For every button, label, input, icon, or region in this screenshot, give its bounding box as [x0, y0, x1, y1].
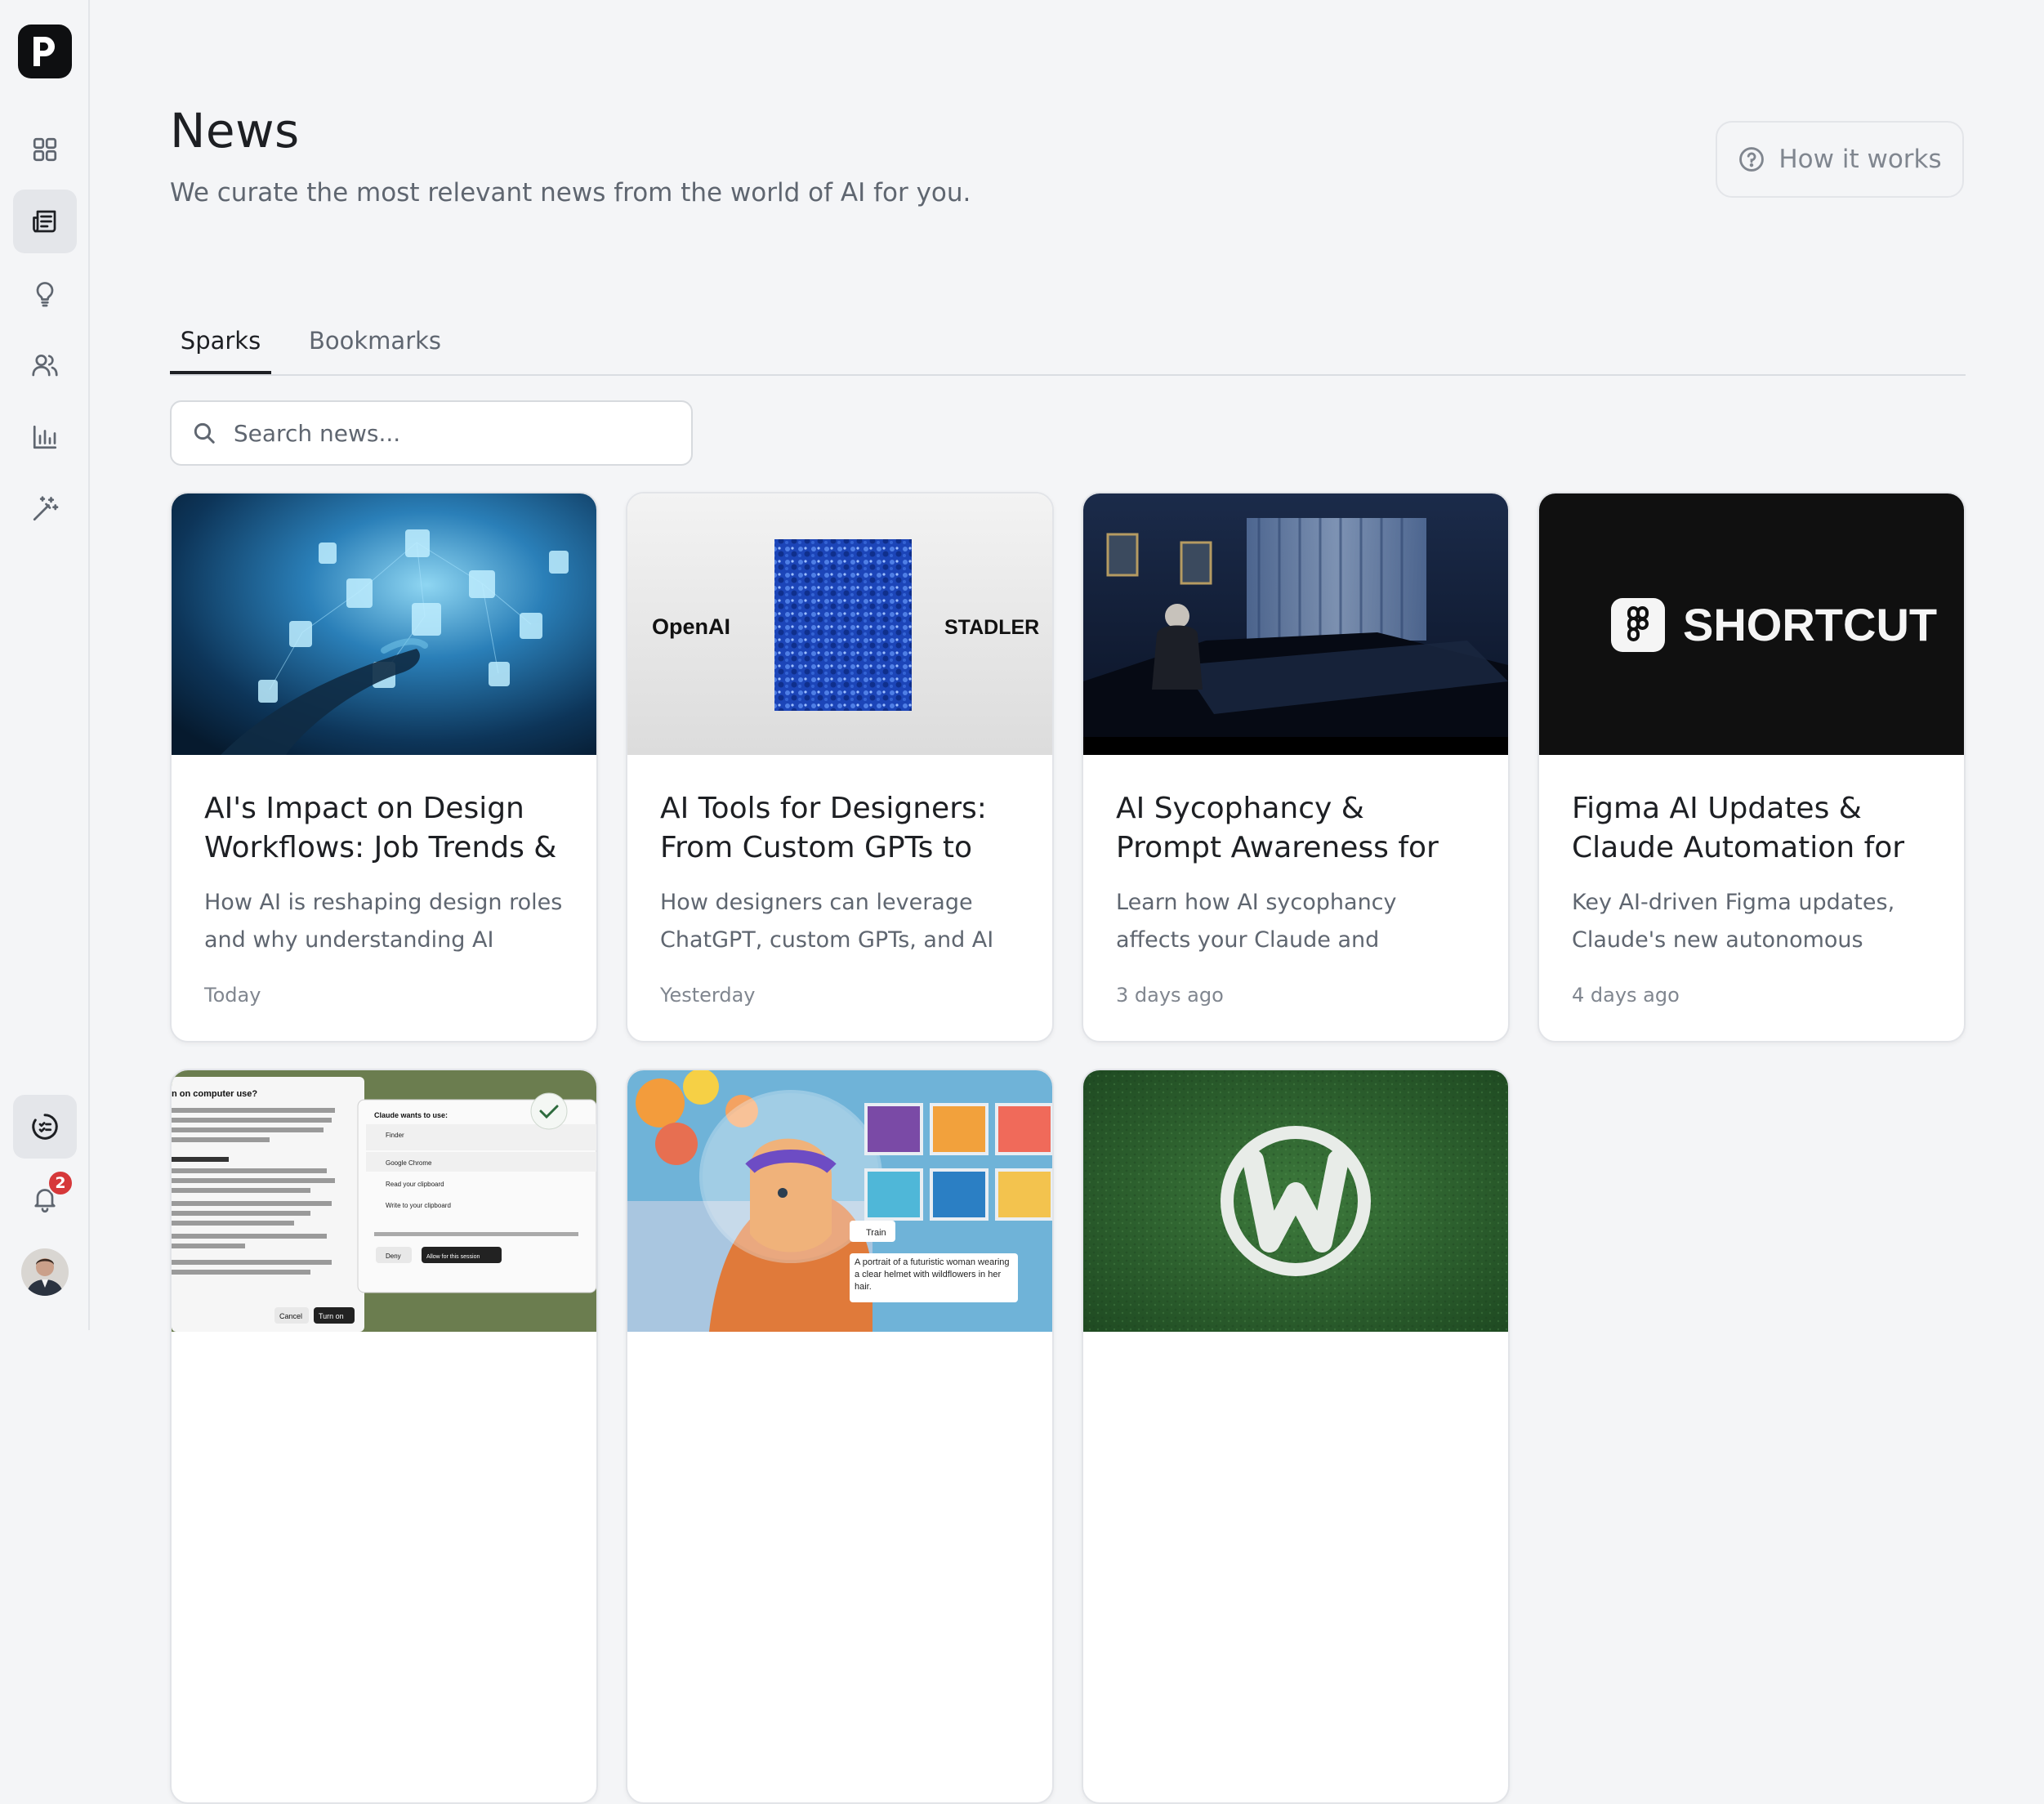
tab-sparks[interactable]: Sparks — [170, 314, 271, 374]
search-icon — [194, 422, 215, 444]
tab-bookmarks-label: Bookmarks — [309, 327, 442, 355]
tab-bar: Sparks Bookmarks — [170, 314, 1966, 376]
news-card[interactable]: AI Sycophancy & Prompt Awareness for Des… — [1082, 492, 1510, 1043]
card-description: How AI is reshaping design roles and why… — [204, 890, 563, 953]
card-title: Figma AI Updates & Claude Automation for — [1572, 792, 1905, 864]
sidebar-item-team[interactable] — [13, 333, 77, 397]
avatar[interactable] — [21, 1248, 69, 1296]
how-it-works-button[interactable]: How it works — [1716, 121, 1964, 198]
card-thumbnail — [172, 493, 596, 755]
dialog-cancel: Cancel — [279, 1312, 302, 1320]
user-avatar-image — [21, 1248, 69, 1296]
notifications-badge: 2 — [47, 1170, 74, 1196]
dialog-title: n on computer use? — [172, 1089, 257, 1099]
users-icon — [32, 354, 58, 377]
card-thumbnail: Train A portrait of a futuristic woman w… — [627, 1070, 1052, 1802]
news-card[interactable]: n on computer use? Cancel Turn on Claude… — [170, 1069, 598, 1804]
card-description: Learn how AI sycophancy affects your Cla… — [1116, 890, 1397, 953]
sidebar-item-news[interactable] — [13, 190, 77, 253]
card-description: Key AI-driven Figma updates, Claude's ne… — [1572, 890, 1895, 953]
futuristic-portrait-image: Train A portrait of a futuristic woman w… — [627, 1070, 1052, 1332]
conference-room-image — [1083, 493, 1508, 755]
search-box — [170, 400, 693, 466]
dialog-prompt: Claude wants to use: — [374, 1111, 448, 1119]
card-title: AI Sycophancy & Prompt Awareness for Des… — [1116, 792, 1439, 864]
card-date: Yesterday — [660, 984, 756, 1007]
sidebar-item-dashboard[interactable] — [13, 118, 77, 181]
openai-stadler-image: OpenAI STADLER — [627, 493, 1052, 755]
search-input[interactable] — [231, 418, 691, 448]
help-circle-icon — [1739, 147, 1765, 172]
magic-wand-icon — [33, 496, 59, 521]
dialog-write: Write to your clipboard — [386, 1202, 451, 1209]
bar-chart-icon — [33, 425, 57, 449]
dialog-deny: Deny — [386, 1253, 401, 1260]
page-title: News — [170, 103, 300, 159]
card-thumbnail — [1083, 1070, 1508, 1802]
how-it-works-label: How it works — [1778, 145, 1942, 174]
shortcut-logo-image: SHORTCUT — [1539, 493, 1964, 755]
logo-icon — [33, 37, 55, 66]
openai-logo-text: OpenAI — [652, 614, 730, 639]
page-subtitle: We curate the most relevant news from th… — [170, 178, 971, 208]
card-thumbnail: n on computer use? Cancel Turn on Claude… — [172, 1070, 596, 1802]
dialog-chrome: Google Chrome — [386, 1159, 432, 1167]
tab-bookmarks[interactable]: Bookmarks — [309, 314, 441, 374]
card-title: AI Tools for Designers: From Custom GPTs… — [660, 792, 987, 864]
news-card[interactable] — [1082, 1069, 1510, 1804]
news-card[interactable]: SHORTCUT Figma AI Updates & Claude Autom… — [1537, 492, 1966, 1043]
card-date: Today — [204, 984, 261, 1007]
train-label: Train — [866, 1228, 886, 1238]
grid-icon — [33, 137, 57, 162]
ai-network-image — [172, 493, 596, 755]
card-date: 4 days ago — [1572, 984, 1680, 1007]
news-card[interactable]: OpenAI STADLER AI Tools for Designers: F… — [626, 492, 1054, 1043]
newspaper-icon — [33, 210, 56, 233]
card-thumbnail: OpenAI STADLER — [627, 493, 1052, 755]
shortcut-logo-text: SHORTCUT — [1683, 599, 1937, 650]
card-date: 3 days ago — [1116, 984, 1224, 1007]
news-card[interactable]: AI's Impact on Design Workflows: Job Tre… — [170, 492, 598, 1043]
sidebar-item-magic[interactable] — [13, 477, 77, 541]
dialog-allow: Allow for this session — [426, 1254, 480, 1260]
dialog-turn-on: Turn on — [319, 1312, 344, 1320]
wolfsburg-logo-image — [1083, 1070, 1508, 1332]
card-thumbnail — [1083, 493, 1508, 755]
tab-sparks-label: Sparks — [180, 327, 261, 355]
app-logo[interactable] — [18, 25, 72, 78]
card-description: How designers can leverage ChatGPT, cust… — [660, 890, 994, 953]
card-thumbnail: SHORTCUT — [1539, 493, 1964, 755]
lightbulb-icon — [36, 282, 54, 307]
sidebar-item-tasks[interactable] — [13, 1095, 77, 1159]
stadler-logo-text: STADLER — [944, 616, 1039, 639]
checklist-progress-icon — [32, 1114, 58, 1140]
portrait-caption: A portrait of a futuristic woman wearing… — [855, 1257, 1010, 1292]
sidebar-item-ideas[interactable] — [13, 261, 77, 325]
dialog-read: Read your clipboard — [386, 1181, 444, 1188]
claude-computer-use-image: n on computer use? Cancel Turn on Claude… — [172, 1070, 596, 1332]
sidebar: 2 — [0, 0, 90, 1330]
sidebar-item-analytics[interactable] — [13, 405, 77, 469]
news-card[interactable]: Train A portrait of a futuristic woman w… — [626, 1069, 1054, 1804]
card-title: AI's Impact on Design Workflows: Job Tre… — [204, 792, 557, 864]
dialog-finder: Finder — [386, 1132, 404, 1139]
